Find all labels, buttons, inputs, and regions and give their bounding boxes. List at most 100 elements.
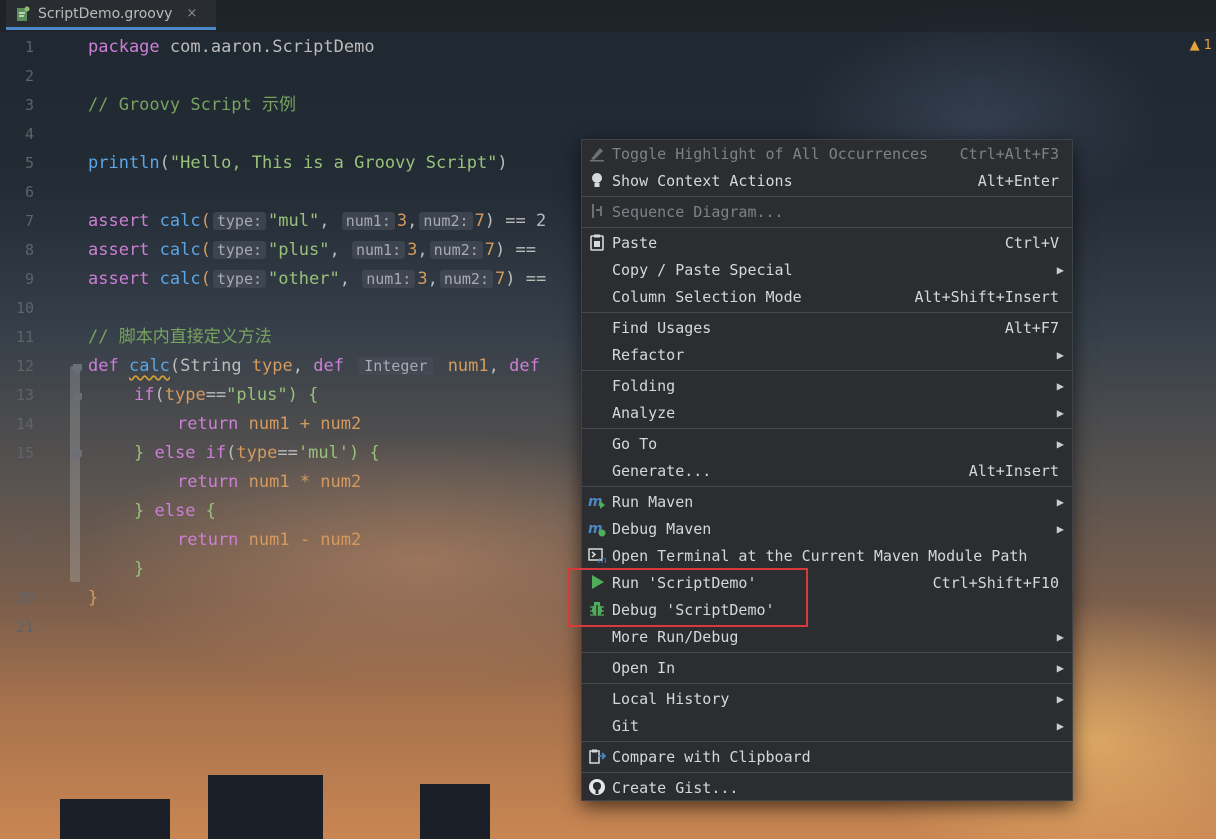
menu-item-open-in[interactable]: Open In ▶ — [582, 654, 1072, 681]
menu-item-git[interactable]: Git ▶ — [582, 712, 1072, 739]
menu-separator — [582, 683, 1072, 684]
lightbulb-icon — [588, 171, 606, 189]
menu-item-copy-paste-special[interactable]: Copy / Paste Special ▶ — [582, 256, 1072, 283]
code-line-14: return num1 + num2 — [177, 414, 362, 434]
line-number: 13 — [15, 386, 34, 404]
close-icon[interactable]: × — [186, 6, 197, 21]
svg-text:m: m — [598, 556, 606, 564]
code-line-8: assert calc(type: "plus", num1: 3, num2: 7) … — [88, 240, 536, 260]
submenu-arrow-icon: ▶ — [1056, 660, 1064, 675]
line-number: 11 — [15, 328, 34, 346]
code-line-13: if(type=="plus") { — [134, 385, 319, 405]
menu-item-show-context-actions[interactable]: Show Context Actions Alt+Enter — [582, 167, 1072, 194]
line-number: 7 — [24, 212, 34, 230]
warning-icon: ▲ — [1189, 38, 1200, 53]
submenu-arrow-icon: ▶ — [1056, 718, 1064, 733]
submenu-arrow-icon: ▶ — [1056, 691, 1064, 706]
tab-title: ScriptDemo.groovy — [38, 5, 173, 22]
inlay-hint: num1: — [362, 270, 416, 288]
menu-item-generate[interactable]: Generate... Alt+Insert — [582, 457, 1072, 484]
highlighter-icon — [588, 144, 606, 162]
inlay-type-hint: Integer — [358, 357, 434, 375]
line-number: 14 — [15, 415, 34, 433]
submenu-arrow-icon: ▶ — [1056, 494, 1064, 509]
inlay-hint: num2: — [439, 270, 493, 288]
menu-item-folding[interactable]: Folding ▶ — [582, 372, 1072, 399]
menu-separator — [582, 196, 1072, 197]
background-building — [420, 784, 490, 839]
menu-item-debug-scriptdemo[interactable]: Debug 'ScriptDemo' — [582, 596, 1072, 623]
menu-separator — [582, 312, 1072, 313]
menu-item-go-to[interactable]: Go To ▶ — [582, 430, 1072, 457]
line-number: 18 — [15, 531, 34, 549]
warning-count: 1 — [1203, 38, 1212, 53]
menu-item-sequence-diagram[interactable]: Sequence Diagram... — [582, 198, 1072, 225]
menu-item-analyze[interactable]: Analyze ▶ — [582, 399, 1072, 426]
code-line-7: assert calc(type: "mul", num1: 3, num2: 7) =… — [88, 211, 547, 231]
menu-item-toggle-highlight[interactable]: Toggle Highlight of All Occurrences Ctrl… — [582, 140, 1072, 167]
menu-item-create-gist[interactable]: Create Gist... — [582, 774, 1072, 801]
inspection-widget[interactable]: ▲ 1 — [1190, 38, 1212, 53]
submenu-arrow-icon: ▶ — [1056, 405, 1064, 420]
code-line-1: package com.aaron.ScriptDemo — [88, 37, 375, 57]
line-number: 8 — [24, 241, 34, 259]
menu-item-run-maven[interactable]: m Run Maven ▶ — [582, 488, 1072, 515]
editor-tab-scriptdemo[interactable]: ScriptDemo.groovy × — [6, 0, 216, 30]
maven-icon: m — [588, 492, 606, 510]
terminal-icon: m — [588, 546, 607, 566]
line-number: 1 — [24, 38, 34, 56]
background-building — [208, 775, 323, 839]
background-building — [60, 799, 170, 839]
menu-item-local-history[interactable]: Local History ▶ — [582, 685, 1072, 712]
code-line-19: } — [134, 559, 145, 579]
line-number: 9 — [24, 270, 34, 288]
line-number: 5 — [24, 154, 34, 172]
menu-separator — [582, 227, 1072, 228]
inlay-hint: num1: — [341, 212, 395, 230]
submenu-arrow-icon: ▶ — [1056, 436, 1064, 451]
menu-item-debug-maven[interactable]: m Debug Maven ▶ — [582, 515, 1072, 542]
menu-item-find-usages[interactable]: Find Usages Alt+F7 — [582, 314, 1072, 341]
submenu-arrow-icon: ▶ — [1056, 378, 1064, 393]
code-line-12: def calc(String type, def Integer num1, … — [88, 356, 540, 376]
debug-bug-icon — [588, 600, 606, 618]
compare-icon — [588, 747, 607, 765]
menu-separator — [582, 428, 1072, 429]
menu-item-column-selection[interactable]: Column Selection Mode Alt+Shift+Insert — [582, 283, 1072, 310]
line-number-gutter: 1 2 3 4 5 6 7 8 9 10 11 12 13 14 15 18 2… — [0, 32, 66, 839]
menu-item-more-run-debug[interactable]: More Run/Debug ▶ — [582, 623, 1072, 650]
code-line-15: } else if(type=='mul') { — [134, 443, 380, 463]
menu-separator — [582, 741, 1072, 742]
menu-separator — [582, 772, 1072, 773]
line-number: 20 — [15, 589, 34, 607]
line-number: 3 — [24, 96, 34, 114]
groovy-file-icon — [16, 6, 30, 22]
code-line-9: assert calc(type: "other", num1: 3, num2: 7)… — [88, 269, 547, 289]
code-line-20: } — [88, 588, 99, 608]
submenu-arrow-icon: ▶ — [1056, 262, 1064, 277]
code-line-3: // Groovy Script 示例 — [88, 95, 296, 115]
menu-separator — [582, 486, 1072, 487]
code-line-18: return num1 - num2 — [177, 530, 362, 550]
submenu-arrow-icon: ▶ — [1056, 521, 1064, 536]
clipboard-icon — [588, 233, 606, 251]
inlay-hint: num1: — [351, 241, 406, 259]
menu-item-compare-clipboard[interactable]: Compare with Clipboard — [582, 743, 1072, 770]
line-number: 4 — [24, 125, 34, 143]
line-number: 12 — [15, 357, 34, 375]
inlay-hint: num2: — [429, 241, 483, 259]
editor-tab-bar: ScriptDemo.groovy × — [0, 0, 1216, 32]
submenu-arrow-icon: ▶ — [1056, 347, 1064, 362]
inlay-hint: type: — [212, 212, 267, 230]
menu-item-refactor[interactable]: Refactor ▶ — [582, 341, 1072, 368]
code-line-17: } else { — [134, 501, 216, 521]
menu-separator — [582, 652, 1072, 653]
menu-item-run-scriptdemo[interactable]: Run 'ScriptDemo' Ctrl+Shift+F10 — [582, 569, 1072, 596]
submenu-arrow-icon: ▶ — [1056, 629, 1064, 644]
line-number: 15 — [15, 444, 34, 462]
line-number: 21 — [15, 618, 34, 636]
line-number: 2 — [24, 67, 34, 85]
editor-context-menu: Toggle Highlight of All Occurrences Ctrl… — [581, 139, 1073, 801]
menu-item-paste[interactable]: Paste Ctrl+V — [582, 229, 1072, 256]
menu-item-open-terminal[interactable]: m Open Terminal at the Current Maven Mod… — [582, 542, 1072, 569]
